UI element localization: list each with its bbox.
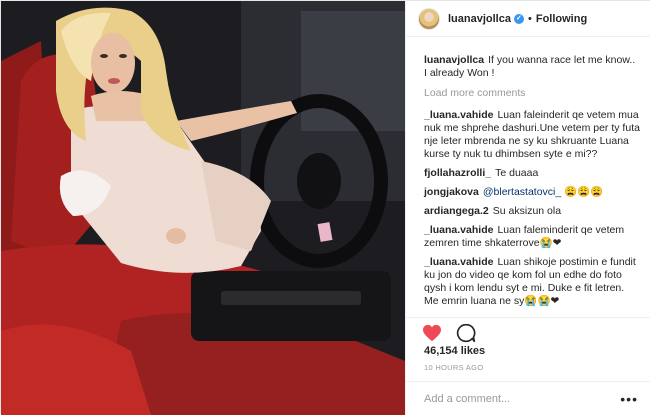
comment-icon[interactable] xyxy=(454,322,478,344)
action-bar xyxy=(406,317,650,347)
post-photo[interactable] xyxy=(1,1,405,415)
comment-username[interactable]: _luana.vahide xyxy=(424,256,493,268)
post-header: luanavjollca ✓ • Following xyxy=(406,1,650,37)
comment-username[interactable]: _luana.vahide xyxy=(424,224,493,236)
list-item: jongjakova @blertastatovci_ 😩😩😩 xyxy=(424,186,640,199)
add-comment-bar: Add a comment... ••• xyxy=(406,381,650,415)
list-item: _luana.vahide Luan shikoje postimin e fun… xyxy=(424,256,640,308)
post-timestamp[interactable]: 10 HOURS AGO xyxy=(424,363,483,372)
comment-text: Te duaaa xyxy=(495,167,539,179)
comment-username[interactable]: ardiangega.2 xyxy=(424,205,489,217)
list-item: ardiangega.2 Su aksizun ola xyxy=(424,205,640,218)
likes-count[interactable]: 46,154 likes xyxy=(424,345,485,357)
comment-username[interactable]: jongjakova xyxy=(424,186,479,198)
comment-text: 😩😩😩 xyxy=(564,186,604,198)
list-item: fjollahazrolli_ Te duaaa xyxy=(424,167,640,180)
load-more-comments-button[interactable]: Load more comments xyxy=(424,87,640,99)
comment-input[interactable]: Add a comment... xyxy=(424,393,620,405)
separator-dot: • xyxy=(527,12,532,25)
more-options-icon[interactable]: ••• xyxy=(620,391,638,407)
caption-text: If you wanna race let me know.. xyxy=(488,54,636,66)
header-username[interactable]: luanavjollca xyxy=(448,13,511,25)
caption: luanavjollca If you wanna race let me kno… xyxy=(424,54,640,80)
avatar[interactable] xyxy=(418,7,440,30)
instagram-post: luanavjollca ✓ • Following luanavjollca I… xyxy=(0,0,650,415)
list-item: _luana.vahide Luan faleminderit qe vetem … xyxy=(424,224,640,250)
list-item: _luana.vahide Luan faleinderit qe vetem m… xyxy=(424,109,640,161)
photo-illustration xyxy=(1,1,405,415)
comment-username[interactable]: _luana.vahide xyxy=(424,109,493,121)
caption-username[interactable]: luanavjollca xyxy=(424,54,484,66)
comments-list[interactable]: luanavjollca If you wanna race let me kno… xyxy=(406,38,650,314)
following-button[interactable]: Following xyxy=(536,13,587,25)
caption-text-2: I already Won ! xyxy=(424,67,495,79)
comment-mention[interactable]: @blertastatovci_ xyxy=(483,186,561,198)
comment-username[interactable]: fjollahazrolli_ xyxy=(424,167,491,179)
post-sidebar: luanavjollca ✓ • Following luanavjollca I… xyxy=(405,1,650,415)
comment-text: Su aksizun ola xyxy=(492,205,562,217)
heart-icon[interactable] xyxy=(420,322,444,344)
verified-badge-icon: ✓ xyxy=(513,13,524,24)
